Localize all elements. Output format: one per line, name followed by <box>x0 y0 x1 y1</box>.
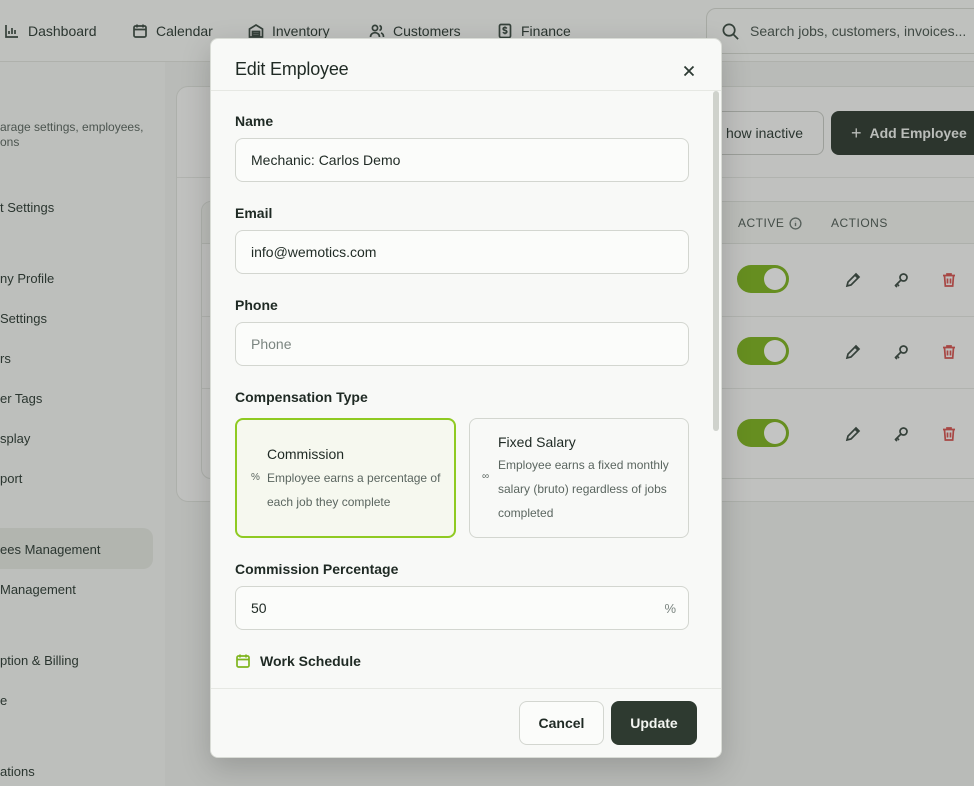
dialog-footer: Cancel Update <box>211 688 721 757</box>
name-field[interactable]: Mechanic: Carlos Demo <box>235 138 689 182</box>
update-button[interactable]: Update <box>611 701 697 745</box>
percent-icon: % <box>251 472 260 483</box>
phone-label: Phone <box>235 297 278 313</box>
percent-suffix: % <box>664 601 676 616</box>
cancel-button[interactable]: Cancel <box>519 701 604 745</box>
calendar-icon <box>236 654 250 668</box>
commission-percentage-label: Commission Percentage <box>235 561 399 577</box>
commission-option[interactable]: Commission % Employee earns a percentage… <box>235 418 456 538</box>
name-label: Name <box>235 113 274 129</box>
edit-employee-dialog: Edit Employee Name Mechanic: Carlos Demo… <box>210 38 722 758</box>
commission-percentage-input[interactable]: 50 % <box>235 586 689 630</box>
dialog-scrollbar[interactable] <box>713 91 719 431</box>
close-button[interactable] <box>681 63 697 79</box>
compensation-type-label: Compensation Type <box>235 389 368 405</box>
email-field[interactable]: info@wemotics.com <box>235 230 689 274</box>
phone-field[interactable]: Phone <box>235 322 689 366</box>
fixed-salary-option[interactable]: Fixed Salary ∞ Employee earns a fixed mo… <box>469 418 689 538</box>
email-label: Email <box>235 205 273 221</box>
dialog-title: Edit Employee <box>235 59 349 79</box>
work-schedule-section: Work Schedule <box>235 653 361 669</box>
close-icon <box>683 65 695 77</box>
dialog-body[interactable]: Name Mechanic: Carlos Demo Email info@we… <box>211 91 721 688</box>
infinity-icon: ∞ <box>482 471 490 482</box>
dialog-header: Edit Employee <box>211 39 721 91</box>
